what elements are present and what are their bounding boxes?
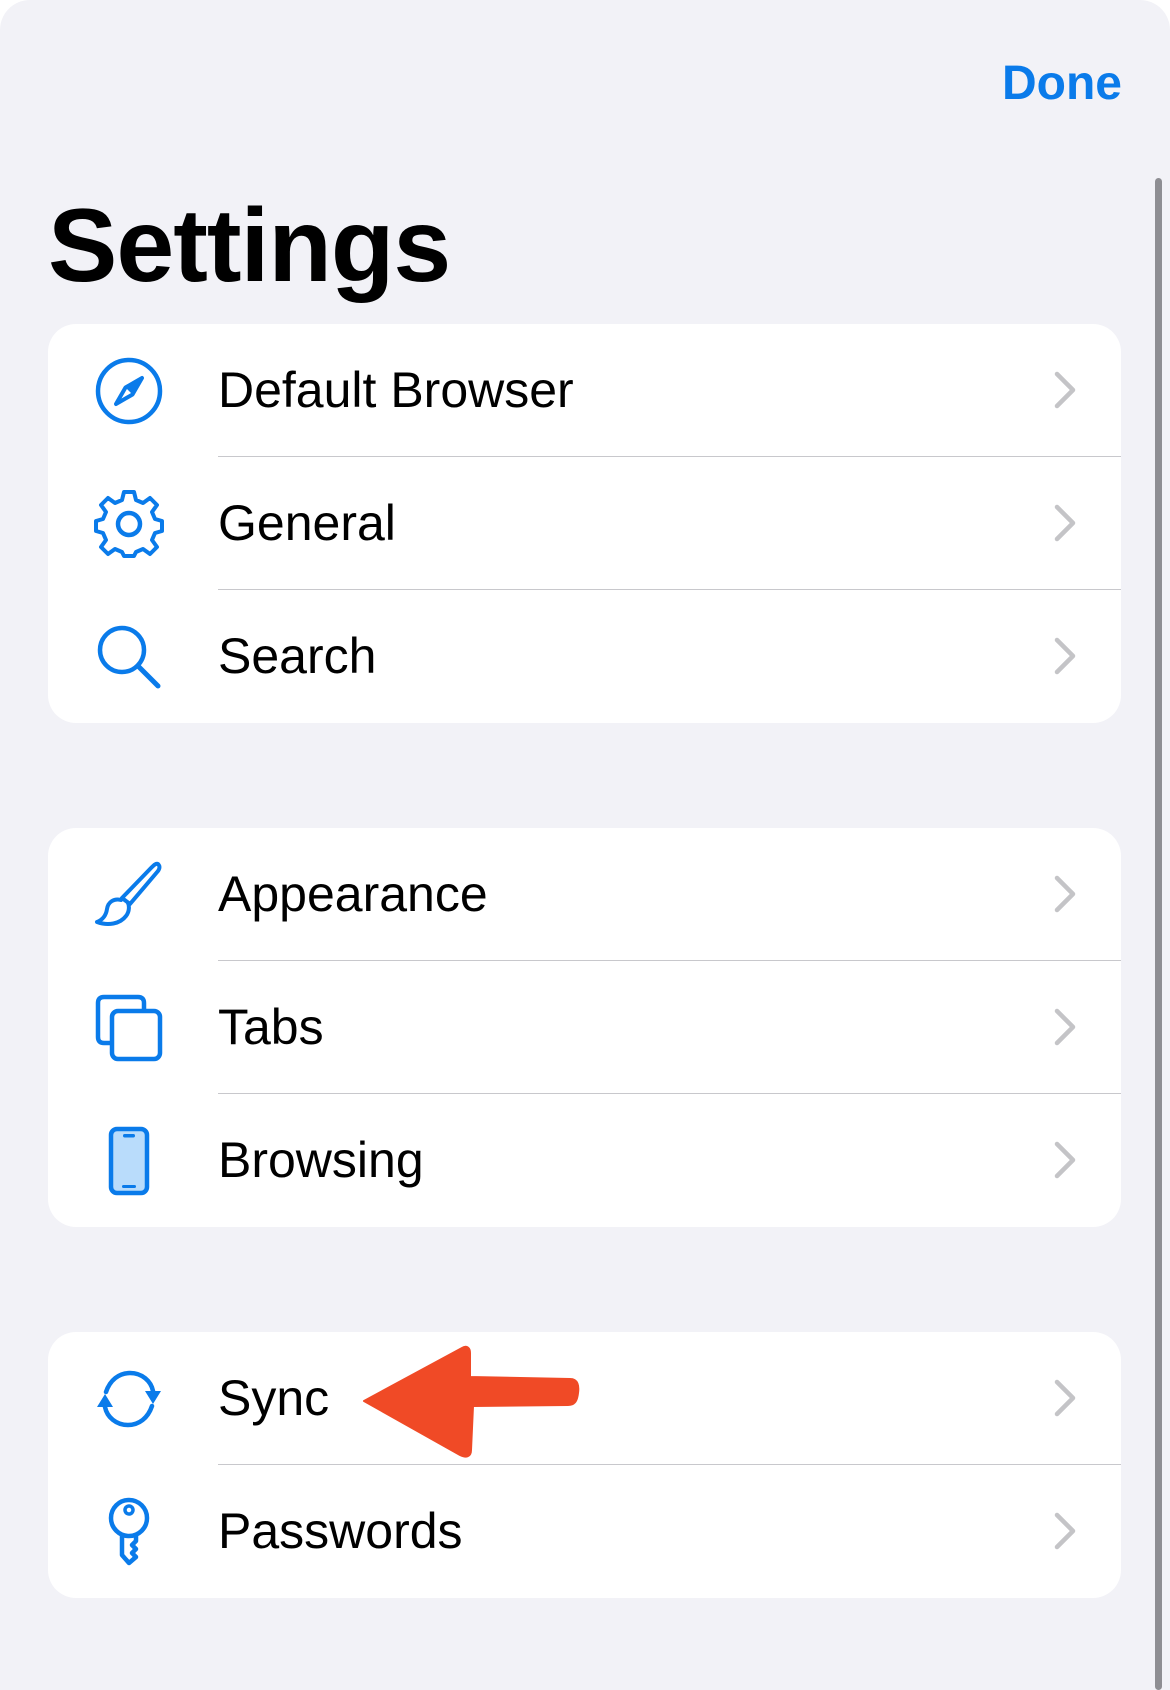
- chevron-right-icon: [1053, 370, 1077, 410]
- row-search[interactable]: Search: [48, 590, 1121, 723]
- scrollbar[interactable]: [1155, 178, 1162, 1690]
- row-label: Tabs: [218, 999, 324, 1055]
- done-button[interactable]: Done: [1002, 52, 1122, 116]
- row-appearance[interactable]: Appearance: [48, 828, 1121, 961]
- row-label: Default Browser: [218, 362, 574, 418]
- paintbrush-icon: [94, 860, 164, 930]
- row-label: Passwords: [218, 1503, 463, 1559]
- row-label: Sync: [218, 1370, 330, 1426]
- phone-icon: [94, 1126, 164, 1196]
- chevron-right-icon: [1053, 1007, 1077, 1047]
- row-label: Appearance: [218, 866, 488, 922]
- chevron-right-icon: [1053, 1511, 1077, 1551]
- chevron-right-icon: [1053, 874, 1077, 914]
- chevron-right-icon: [1053, 1378, 1077, 1418]
- compass-icon: [94, 356, 164, 426]
- settings-sheet: Done Settings Default Browser General Se…: [0, 0, 1170, 1690]
- key-icon: [94, 1497, 164, 1567]
- row-tabs[interactable]: Tabs: [48, 961, 1121, 1094]
- search-icon: [94, 622, 164, 692]
- chevron-right-icon: [1053, 503, 1077, 543]
- gear-icon: [94, 489, 164, 559]
- row-label: Browsing: [218, 1132, 424, 1188]
- chevron-right-icon: [1053, 636, 1077, 676]
- row-label: General: [218, 495, 396, 551]
- row-browsing[interactable]: Browsing: [48, 1094, 1121, 1227]
- annotation-arrow-icon: [363, 1345, 580, 1458]
- settings-group-display: Appearance Tabs Browsing: [48, 828, 1121, 1227]
- row-label: Search: [218, 628, 377, 684]
- row-default-browser[interactable]: Default Browser: [48, 324, 1121, 457]
- tabs-icon: [94, 993, 164, 1063]
- page-title: Settings: [48, 188, 451, 304]
- row-sync[interactable]: Sync: [48, 1332, 1121, 1465]
- settings-group-account: Sync Passwords: [48, 1332, 1121, 1598]
- sync-icon: [94, 1364, 164, 1434]
- settings-group-general: Default Browser General Search: [48, 324, 1121, 723]
- row-general[interactable]: General: [48, 457, 1121, 590]
- chevron-right-icon: [1053, 1140, 1077, 1180]
- row-passwords[interactable]: Passwords: [48, 1465, 1121, 1598]
